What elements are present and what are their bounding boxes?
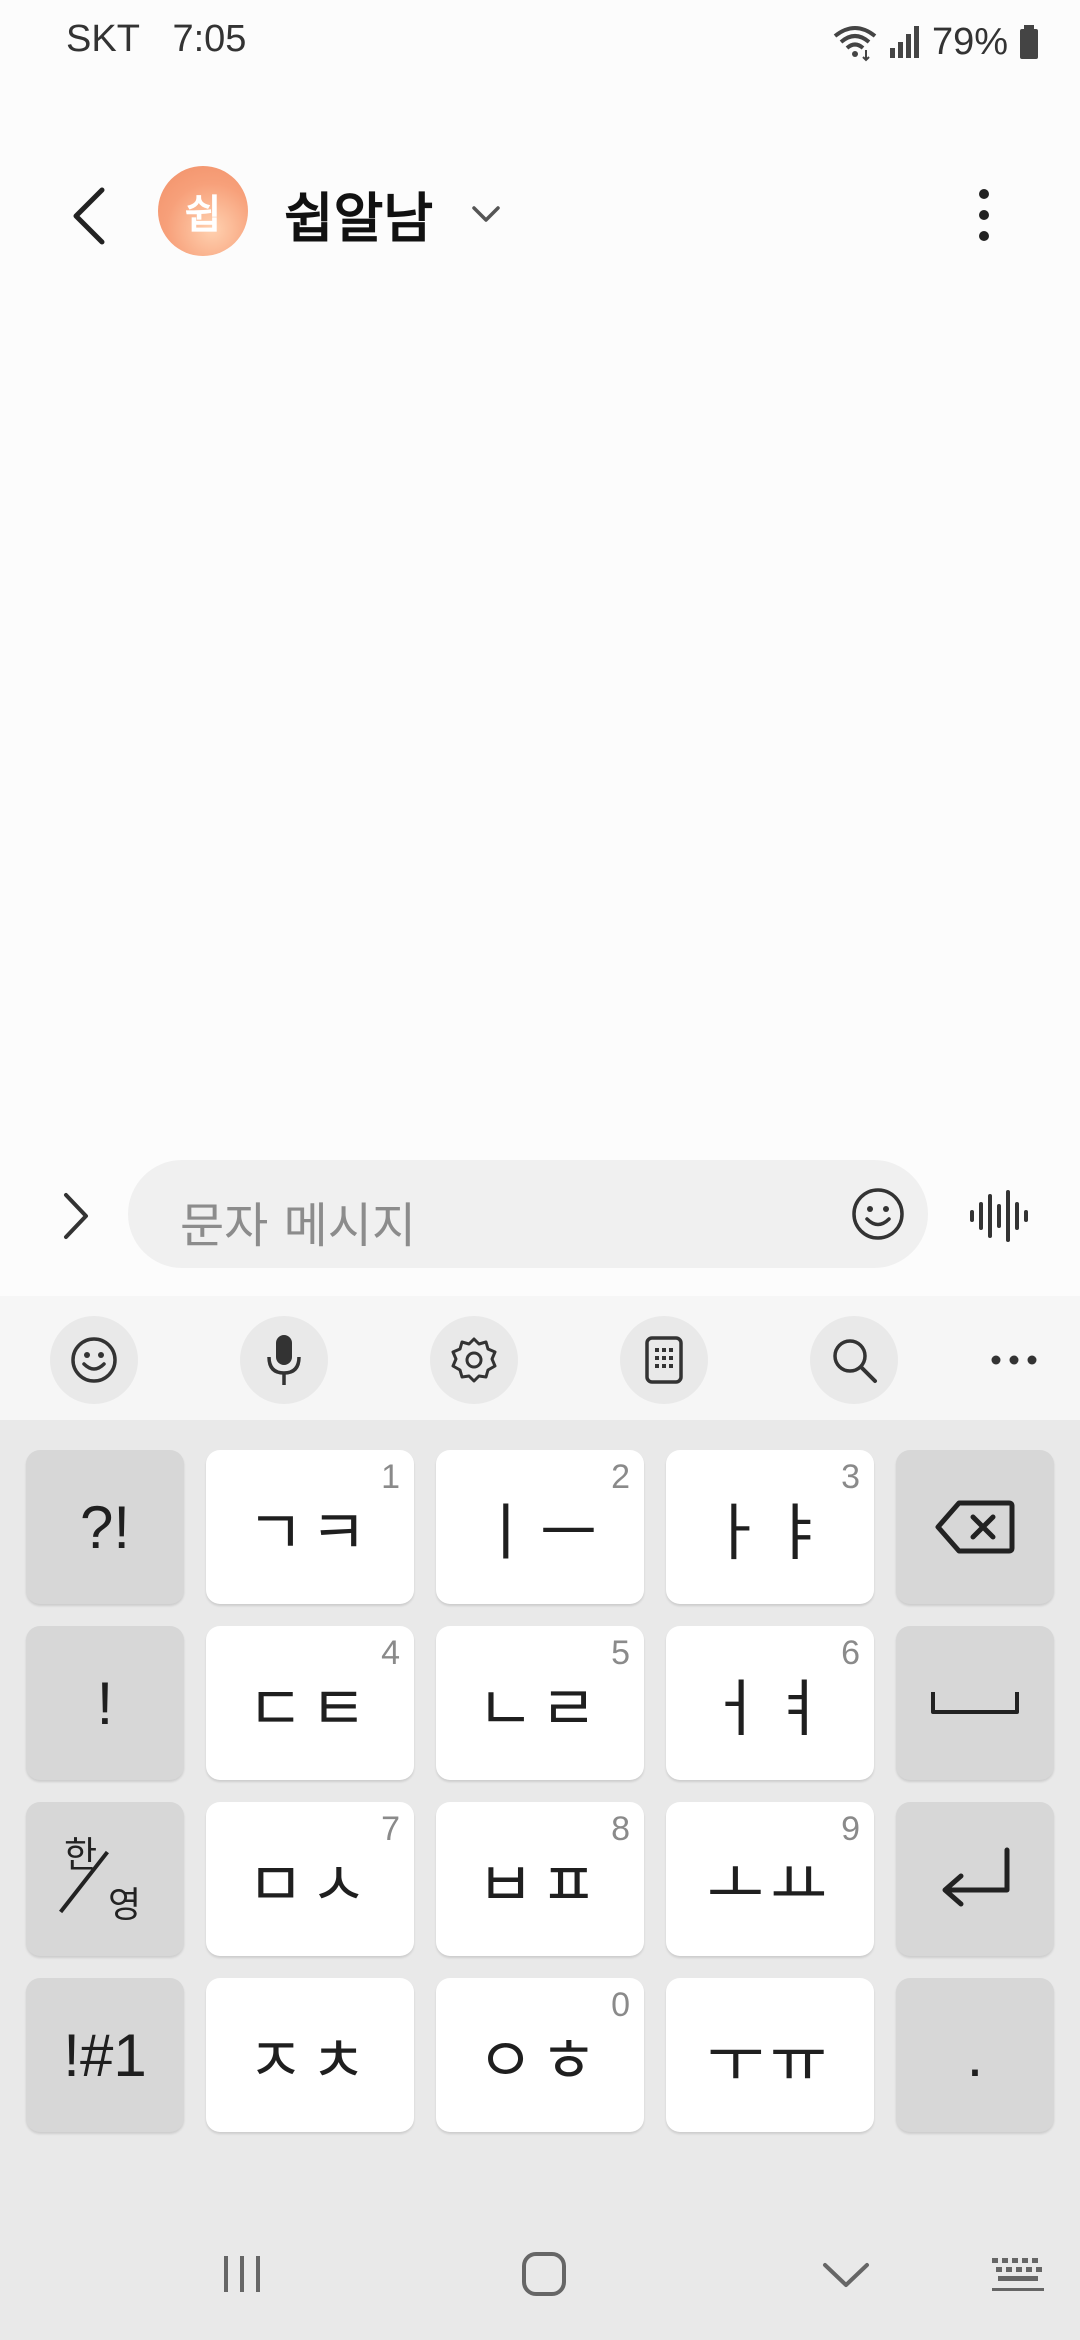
language-toggle-key[interactable]: 한 영 [26,1802,184,1956]
key-number: 5 [611,1634,630,1672]
more-options-button[interactable] [964,180,1004,250]
search-icon [833,1339,877,1383]
key-0[interactable]: ㅇㅎ 0 [436,1978,644,2132]
key-number: 9 [841,1810,860,1848]
more-horizontal-icon [991,1355,1037,1365]
key-punctuation[interactable]: ?! [26,1450,184,1604]
space-icon [931,1692,1019,1714]
key-label: ?! [79,1493,131,1561]
keyboard-switch-button[interactable] [978,2244,1058,2304]
key-exclaim[interactable]: ! [26,1626,184,1780]
key-5[interactable]: ㄴㄹ 5 [436,1626,644,1780]
key-6[interactable]: ㅓㅕ 6 [666,1626,874,1780]
status-left: SKT 7:05 [66,18,268,61]
keyboard-mode-icon [645,1336,683,1384]
clock: 7:05 [172,18,247,60]
battery-percent: 79% [931,20,1008,63]
toolbar-settings-button[interactable] [430,1316,518,1404]
message-input[interactable]: 문자 메시지 [180,1186,416,1256]
key-label: . [966,2021,984,2089]
expand-attachments-button[interactable] [50,1184,100,1248]
mic-icon [267,1335,301,1385]
key-label: ㅂㅍ [476,1848,604,1921]
key-9[interactable]: ㅗㅛ 9 [666,1802,874,1956]
more-vertical-icon [979,189,989,241]
key-label: ㅣㅡ [476,1496,604,1569]
toolbar-search-button[interactable] [810,1316,898,1404]
voice-wave-icon[interactable] [966,1186,1030,1246]
key-label: !#1 [63,2021,147,2089]
avatar-initial: 쉽 [184,192,222,238]
key-1[interactable]: ㄱㅋ 1 [206,1450,414,1604]
toolbar-more-button[interactable] [970,1316,1058,1404]
key-7[interactable]: ㅁㅅ 7 [206,1802,414,1956]
key-label: ㅏㅑ [706,1496,834,1569]
key-u[interactable]: ㅜㅠ [666,1978,874,2132]
chevron-right-icon [64,1193,88,1239]
key-label: ㅁㅅ [246,1848,374,1921]
status-bar: SKT 7:05 79% [0,0,1080,84]
key-label: ㄷㅌ [246,1672,374,1745]
carrier: SKT [66,18,140,60]
key-label: ㅇㅎ [476,2024,604,2097]
keyboard-toolbar [0,1296,1080,1420]
key-label: ! [96,1669,114,1737]
key-label: ㄱㅋ [246,1496,374,1569]
emoji-icon[interactable] [850,1186,906,1242]
key-4[interactable]: ㄷㅌ 4 [206,1626,414,1780]
space-key[interactable] [896,1626,1054,1780]
key-label: ㅈㅊ [246,2024,374,2097]
key-label: ㄴㄹ [476,1672,604,1745]
period-key[interactable]: . [896,1978,1054,2132]
key-number: 0 [611,1986,630,2024]
keyboard: ?! ㄱㅋ 1 ㅣㅡ 2 ㅏㅑ 3 ! ㄷㅌ 4 ㄴㄹ 5 ㅓㅕ 6 한 영 ㅁ… [0,1420,1080,2340]
back-button[interactable] [50,176,130,256]
home-icon [522,2252,566,2296]
navigation-bar [0,2210,1080,2340]
toolbar-mic-button[interactable] [240,1316,328,1404]
chevron-left-icon [73,187,105,245]
backspace-icon [935,1500,1015,1554]
toolbar-keyboard-mode-button[interactable] [620,1316,708,1404]
enter-icon [942,1847,1010,1907]
key-8[interactable]: ㅂㅍ 8 [436,1802,644,1956]
toolbar-emoji-button[interactable] [50,1316,138,1404]
avatar[interactable]: 쉽 [158,166,248,256]
settings-icon [451,1337,497,1383]
conversation-header: 쉽 쉽알남 [0,150,1080,274]
symbols-key[interactable]: !#1 [26,1978,184,2132]
key-number: 2 [611,1458,630,1496]
emoji-icon [71,1337,117,1383]
key-jc[interactable]: ㅈㅊ [206,1978,414,2132]
backspace-key[interactable] [896,1450,1054,1604]
contact-name[interactable]: 쉽알남 [284,174,433,253]
battery-icon [1020,25,1038,59]
chevron-down-icon[interactable] [466,194,506,234]
hide-keyboard-button[interactable] [806,2244,886,2304]
recents-icon [224,2256,260,2292]
message-composer[interactable]: 문자 메시지 [128,1160,928,1268]
key-2[interactable]: ㅣㅡ 2 [436,1450,644,1604]
enter-key[interactable] [896,1802,1054,1956]
key-label: ㅓㅕ [706,1672,834,1745]
back-down-icon [823,2263,869,2287]
keyboard-switch-icon [992,2258,1044,2291]
key-3[interactable]: ㅏㅑ 3 [666,1450,874,1604]
key-label: ㅗㅛ [706,1848,834,1921]
key-number: 4 [381,1634,400,1672]
recents-button[interactable] [202,2244,282,2304]
key-number: 8 [611,1810,630,1848]
lang-english: 영 [108,1885,142,1926]
language-toggle: 한 영 [26,1802,184,1956]
home-button[interactable] [504,2244,584,2304]
key-label: ㅜㅠ [706,2024,834,2097]
key-number: 3 [841,1458,860,1496]
wifi-icon [833,26,877,62]
key-number: 7 [381,1810,400,1848]
key-number: 1 [381,1458,400,1496]
signal-icon [889,26,919,58]
key-number: 6 [841,1634,860,1672]
status-right: 79% [832,18,1040,66]
